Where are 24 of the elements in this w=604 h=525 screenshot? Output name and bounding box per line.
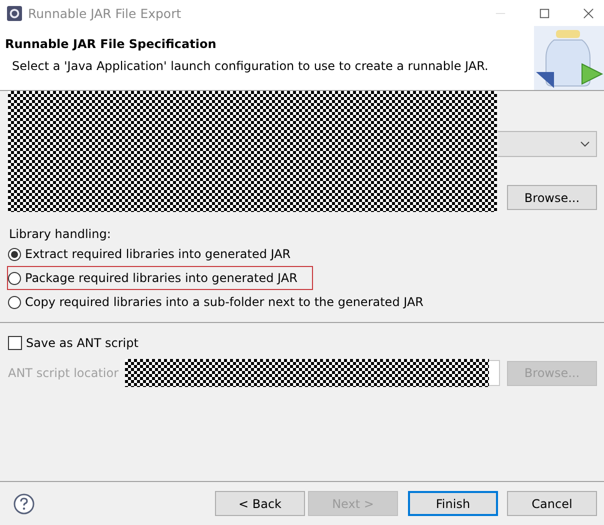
library-handling-label: Library handling:: [9, 226, 112, 242]
jar-drawing: [534, 26, 604, 90]
close-icon[interactable]: [583, 8, 594, 18]
option-label[interactable]: Extract required libraries into generated JAR: [25, 247, 291, 261]
app-icon: [7, 6, 22, 20]
radio-button[interactable]: [8, 272, 21, 284]
help-icon[interactable]: [13, 492, 35, 514]
radio-button[interactable]: [8, 296, 21, 308]
finish-button[interactable]: Finish: [408, 491, 498, 516]
page-description: Select a 'Java Application' launch configuration to use to create a runnable JAR.: [12, 59, 490, 73]
window-title: Runnable JAR File Export: [28, 6, 182, 20]
option-label[interactable]: Copy required libraries into a sub-folder next to the generated JAR: [25, 295, 424, 309]
maximize-icon[interactable]: [539, 8, 550, 18]
cancel-button[interactable]: Cancel: [507, 491, 597, 516]
checkbox[interactable]: [8, 336, 22, 350]
page-title: Runnable JAR File Specification: [5, 37, 218, 51]
chevron-down-icon: [580, 141, 590, 147]
option-label[interactable]: Package required libraries into generated JAR: [25, 271, 298, 285]
back-button[interactable]: < Back: [215, 491, 305, 516]
browse-button[interactable]: Browse...: [507, 185, 597, 210]
ant-location-field[interactable]: [489, 360, 500, 386]
checkbox-label[interactable]: Save as ANT script: [26, 336, 138, 350]
radio-button[interactable]: [8, 248, 21, 260]
ant-location-label: ANT script locatior: [8, 366, 120, 380]
